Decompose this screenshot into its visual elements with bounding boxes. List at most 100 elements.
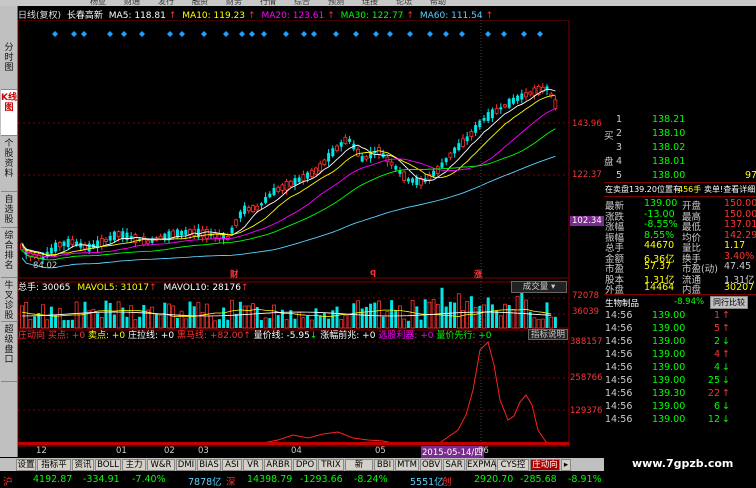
- indicator-tab[interactable]: ARBR: [264, 459, 292, 471]
- indicator-tab[interactable]: VR: [243, 459, 263, 471]
- sidebar-tab-5[interactable]: 牛叉诊股: [1, 278, 17, 322]
- indicator-tab[interactable]: 指标平台: [37, 459, 71, 481]
- indicator-tab[interactable]: 设置: [16, 459, 36, 471]
- volume-type-select[interactable]: 成交量 ▾: [511, 281, 567, 293]
- candle-body: [411, 178, 415, 183]
- volume-bar: [138, 316, 142, 328]
- volume-bar: [461, 310, 465, 329]
- indicator-tab[interactable]: 资讯: [72, 459, 94, 471]
- candle-body: [62, 241, 66, 247]
- low-price-marker: 84.02: [33, 261, 58, 271]
- indicator-tab[interactable]: DPO: [293, 459, 317, 471]
- top-menu-item[interactable]: 预测: [328, 0, 344, 6]
- event-marker-rise[interactable]: 涨: [474, 268, 483, 280]
- peer-compare-button[interactable]: 同行比较: [710, 296, 748, 309]
- indicator-tab[interactable]: OBV: [420, 459, 442, 471]
- candle-body: [284, 180, 289, 191]
- tab-scroll-icon[interactable]: ▸: [561, 459, 571, 471]
- signal-diamond: [52, 31, 58, 37]
- signal-diamond: [301, 31, 307, 37]
- indicator-help-button[interactable]: 指标说明: [528, 329, 568, 340]
- top-menu-item[interactable]: 论坛: [396, 0, 412, 6]
- indicator-tab[interactable]: EXPMA: [466, 459, 496, 471]
- book-side-label-1: 买: [604, 131, 614, 142]
- indicator-tab[interactable]: 庄动向: [530, 459, 560, 471]
- top-menu-item[interactable]: 融资: [192, 0, 208, 6]
- top-menu-item[interactable]: 行情: [260, 0, 276, 6]
- indicator-tab[interactable]: 新DMA: [345, 459, 373, 481]
- top-menu-item[interactable]: 财通: [124, 0, 140, 6]
- volume-bar: [301, 317, 306, 329]
- volume-bar: [112, 314, 116, 328]
- tick-price: 139.00: [652, 349, 686, 360]
- sz-change: -1293.66: [300, 474, 343, 485]
- sector-change: -8.94%: [674, 297, 705, 307]
- volume-bar: [394, 310, 398, 328]
- tick-volume: 2: [713, 336, 720, 347]
- indicator-tab[interactable]: TRIX: [318, 459, 344, 471]
- tick-volume: 5: [713, 323, 720, 334]
- ask-level: 4: [616, 156, 623, 167]
- indicator-tab[interactable]: MTM: [395, 459, 419, 471]
- indicator-tab[interactable]: BOLL: [95, 459, 121, 471]
- candle-body: [163, 233, 167, 239]
- indicator-tab[interactable]: W&R: [147, 459, 175, 471]
- indicator-tab[interactable]: BBI: [374, 459, 394, 471]
- top-menu-item[interactable]: 连接: [362, 0, 378, 6]
- top-menu-item[interactable]: 综合: [294, 0, 310, 6]
- candle-body: [503, 104, 507, 108]
- sz-label[interactable]: 深: [226, 474, 236, 488]
- tick-volume: 22: [707, 388, 720, 399]
- signal-diamond: [353, 31, 359, 37]
- sidebar-tab-0[interactable]: 分时图: [1, 40, 17, 90]
- top-menu-item[interactable]: 帮助: [430, 0, 446, 6]
- tick-price: 139.30: [652, 388, 686, 399]
- volume-bar: [431, 299, 436, 329]
- volume-bar: [377, 300, 381, 329]
- signal-diamond: [373, 31, 379, 37]
- tick-time: 14:56: [605, 323, 633, 334]
- candle-body: [406, 178, 410, 182]
- pull-line: 庄拉线: +0: [127, 331, 175, 341]
- arrow-up-icon: ↑: [722, 310, 730, 321]
- indicator-tick-258766: 258766: [570, 373, 603, 383]
- candle-body: [280, 184, 285, 191]
- big-order-detail-link[interactable]: 卖单!查看详细: [704, 184, 755, 195]
- volume-bar: [322, 313, 326, 328]
- sidebar-tab-2[interactable]: 个股资料: [1, 136, 17, 192]
- sidebar-tab-1[interactable]: K线图: [1, 90, 17, 136]
- sidebar-tab-6[interactable]: 超级盘口: [1, 322, 17, 382]
- tick-price: 139.00: [652, 310, 686, 321]
- top-menu-item[interactable]: 财务: [226, 0, 242, 6]
- indicator-tab[interactable]: SAR: [443, 459, 465, 471]
- top-menu-item[interactable]: 发行: [158, 0, 174, 6]
- volume-bar: [192, 306, 196, 328]
- volume-bar: [62, 320, 66, 328]
- sidebar-tab-4[interactable]: 综合排名: [1, 228, 17, 278]
- volume-bar: [167, 303, 171, 329]
- tick-price: 139.00: [652, 375, 686, 386]
- sh-percent: -7.40%: [132, 474, 166, 485]
- volume-bar: [520, 292, 524, 328]
- volume-bar: [423, 299, 427, 328]
- indicator-tab[interactable]: ASI: [222, 459, 242, 471]
- volume-bar: [453, 302, 457, 328]
- indicator-tab[interactable]: 主力: [122, 459, 146, 471]
- indicator-tab[interactable]: BIAS: [197, 459, 221, 471]
- indicator-tab[interactable]: DMI: [176, 459, 196, 471]
- sidebar-tab-3[interactable]: 自选股: [1, 192, 17, 228]
- event-marker-finance[interactable]: 财: [230, 268, 239, 280]
- candle-body: [322, 159, 327, 166]
- sh-label[interactable]: 沪: [3, 474, 13, 488]
- indicator-tab[interactable]: CYS控盘: [497, 459, 529, 481]
- indicator-curve: [18, 341, 569, 445]
- top-menu-item[interactable]: 杨亚: [90, 0, 106, 6]
- volume-bar: [314, 308, 318, 328]
- indicator-tick-129376: 129376: [570, 406, 603, 416]
- stock-chart[interactable]: [18, 20, 604, 456]
- panel-divider: [604, 196, 756, 197]
- volume-bar: [327, 318, 331, 328]
- volume-bar: [129, 305, 134, 329]
- cy-label[interactable]: 创: [442, 474, 452, 488]
- event-marker-q[interactable]: q: [370, 268, 376, 278]
